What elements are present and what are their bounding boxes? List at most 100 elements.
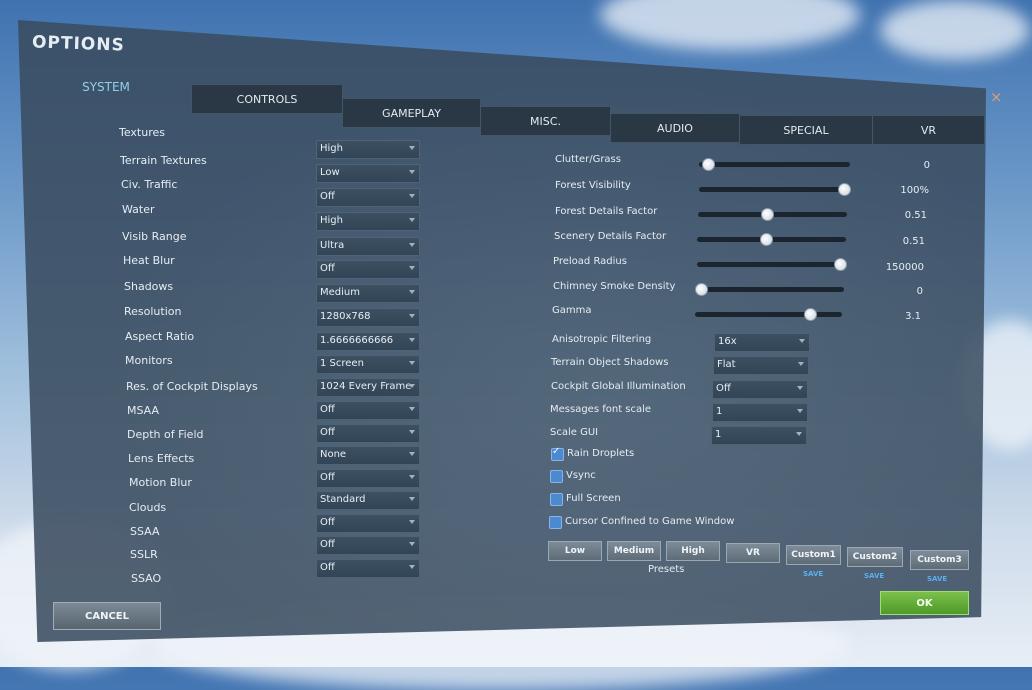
setting-dropdown[interactable]: Low <box>316 164 420 183</box>
preset-button[interactable]: Medium <box>607 541 661 561</box>
setting-dropdown[interactable]: High <box>316 212 420 231</box>
setting-dropdown[interactable]: Ultra <box>316 237 420 256</box>
cancel-button[interactable]: CANCEL <box>53 602 161 630</box>
tab-gameplay[interactable]: GAMEPLAY <box>342 98 481 128</box>
setting-label: Clouds <box>129 501 167 514</box>
dropdown-value: None <box>320 449 347 460</box>
dropdown-value: 1 <box>715 429 722 440</box>
slider-label: Preload Radius <box>553 256 627 267</box>
setting-dropdown[interactable]: 1 <box>712 403 808 422</box>
dropdown-value: Off <box>320 427 335 438</box>
setting-dropdown[interactable]: Flat <box>713 356 809 375</box>
setting-dropdown[interactable]: 1.6666666666 <box>316 332 420 351</box>
dropdown-value: 16x <box>718 336 737 347</box>
checkbox[interactable] <box>550 470 563 483</box>
setting-label: Resolution <box>124 305 182 318</box>
dropdown-value: Off <box>320 517 335 528</box>
preset-button[interactable]: Custom3 <box>910 550 969 570</box>
slider-track[interactable] <box>695 312 842 317</box>
slider-label: Gamma <box>552 305 592 316</box>
chevron-down-icon <box>409 520 415 524</box>
setting-dropdown[interactable]: Off <box>316 536 420 555</box>
slider-handle[interactable] <box>702 158 715 171</box>
dropdown-value: 1280x768 <box>320 311 371 322</box>
ok-button[interactable]: OK <box>880 591 969 615</box>
slider-handle[interactable] <box>834 258 847 271</box>
setting-dropdown[interactable]: 1280x768 <box>316 308 420 327</box>
setting-dropdown[interactable]: 1024 Every Frame <box>316 378 420 397</box>
setting-dropdown[interactable]: 1 <box>711 426 807 445</box>
slider-track[interactable] <box>699 187 849 192</box>
setting-dropdown[interactable]: Off <box>316 514 420 533</box>
tab-controls[interactable]: CONTROLS <box>191 84 343 114</box>
save-link[interactable]: SAVE <box>864 572 884 580</box>
setting-label: Motion Blur <box>129 476 192 489</box>
slider-handle[interactable] <box>695 283 708 296</box>
setting-dropdown[interactable]: Off <box>316 260 420 279</box>
preset-button[interactable]: Low <box>548 541 602 561</box>
setting-label: Messages font scale <box>550 404 652 415</box>
slider-handle[interactable] <box>804 308 817 321</box>
slider-handle[interactable] <box>761 208 774 221</box>
slider-handle[interactable] <box>838 183 851 196</box>
checkbox-label: Full Screen <box>566 493 621 504</box>
slider-track[interactable] <box>699 162 850 167</box>
checkbox-label: Vsync <box>566 470 596 481</box>
setting-dropdown[interactable]: Medium <box>316 284 420 303</box>
slider-label: Scenery Details Factor <box>554 231 667 242</box>
dropdown-value: Off <box>320 263 335 274</box>
setting-dropdown[interactable]: Off <box>316 559 420 578</box>
tab-vr[interactable]: VR <box>872 115 985 145</box>
tab-audio[interactable]: AUDIO <box>610 113 740 143</box>
save-link[interactable]: SAVE <box>927 575 947 583</box>
setting-label: Water <box>122 203 155 216</box>
setting-dropdown[interactable]: Off <box>712 380 808 399</box>
chevron-down-icon <box>409 361 415 365</box>
dropdown-value: Standard <box>320 494 366 505</box>
setting-dropdown[interactable]: High <box>316 140 420 159</box>
setting-dropdown[interactable]: Standard <box>316 491 420 510</box>
options-title: OPTIONS <box>31 32 126 56</box>
setting-dropdown[interactable]: Off <box>316 188 420 207</box>
slider-track[interactable] <box>697 262 845 267</box>
checkbox[interactable] <box>551 446 564 461</box>
setting-dropdown[interactable]: 16x <box>714 333 810 352</box>
slider-value: 0 <box>923 160 930 171</box>
chevron-down-icon <box>409 170 415 174</box>
chevron-down-icon <box>797 386 803 390</box>
checkbox[interactable] <box>550 493 563 506</box>
chevron-down-icon <box>409 290 415 294</box>
close-icon[interactable]: × <box>990 88 1003 106</box>
presets-caption: Presets <box>648 564 685 575</box>
chevron-down-icon <box>796 432 802 436</box>
dropdown-value: Off <box>320 472 335 483</box>
chevron-down-icon <box>409 384 415 388</box>
dropdown-value: 1.6666666666 <box>320 335 394 346</box>
slider-track[interactable] <box>696 287 844 292</box>
setting-dropdown[interactable]: Off <box>316 401 420 420</box>
tab-misc[interactable]: MISC. <box>480 106 611 136</box>
slider-value: 100% <box>900 185 929 196</box>
preset-button[interactable]: VR <box>726 543 780 563</box>
preset-button[interactable]: High <box>666 541 720 561</box>
setting-dropdown[interactable]: 1 Screen <box>316 355 420 374</box>
dropdown-value: 1 Screen <box>320 358 364 369</box>
setting-label: Visib Range <box>122 230 187 243</box>
setting-label: Scale GUI <box>550 427 599 438</box>
setting-dropdown[interactable]: None <box>316 446 420 465</box>
preset-button[interactable]: Custom2 <box>847 547 903 567</box>
preset-button[interactable]: Custom1 <box>786 545 841 565</box>
slider-value: 0.51 <box>904 210 927 221</box>
chevron-down-icon <box>409 452 415 456</box>
dropdown-value: Off <box>320 562 335 573</box>
tab-special[interactable]: SPECIAL <box>739 115 873 145</box>
setting-label: Aspect Ratio <box>125 330 195 343</box>
save-link[interactable]: SAVE <box>803 570 823 578</box>
tab-system[interactable]: SYSTEM <box>20 72 192 102</box>
setting-label: Anisotropic Filtering <box>552 334 652 345</box>
dropdown-value: Flat <box>717 359 736 370</box>
slider-handle[interactable] <box>760 233 773 246</box>
setting-dropdown[interactable]: Off <box>316 469 420 488</box>
setting-dropdown[interactable]: Off <box>316 424 420 443</box>
checkbox[interactable] <box>549 516 562 529</box>
